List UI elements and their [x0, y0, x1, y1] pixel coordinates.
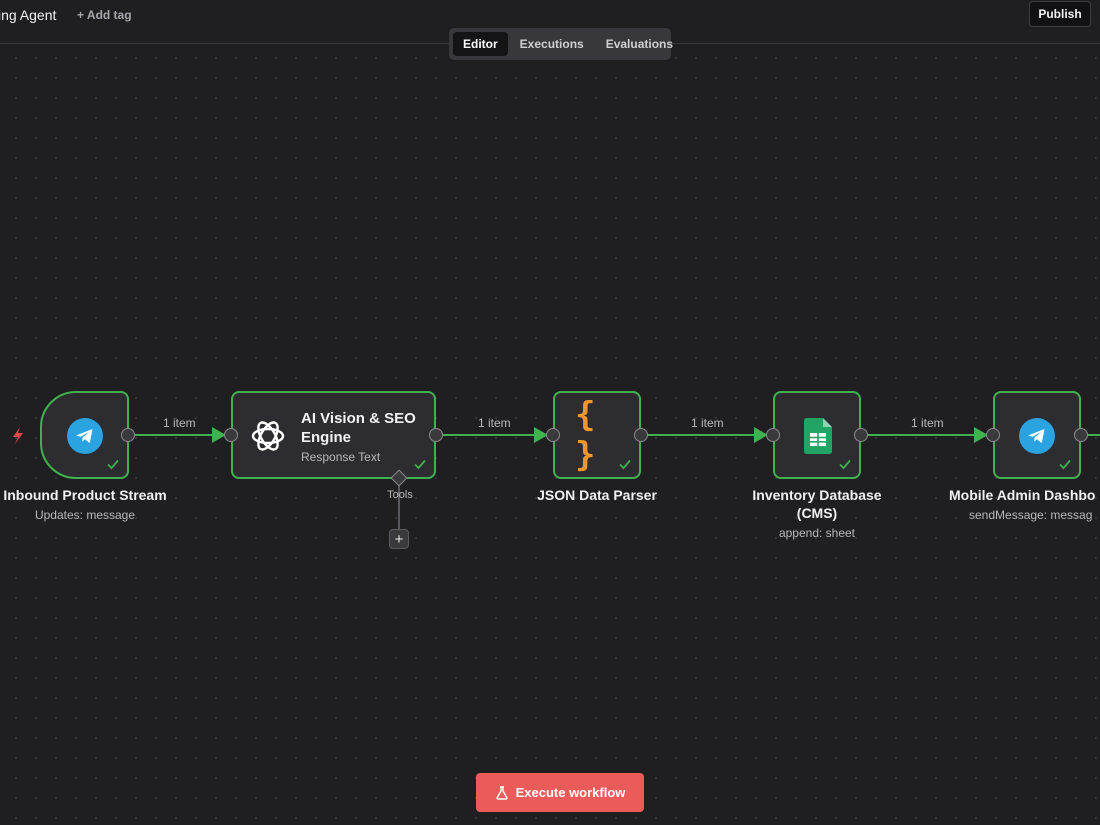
workflow-name[interactable]: ing Agent: [0, 7, 56, 23]
success-check-icon: [1059, 459, 1071, 470]
add-tag-button[interactable]: + Add tag: [77, 8, 132, 22]
edge-label: 1 item: [163, 416, 196, 430]
node-json-data-parser[interactable]: { }: [553, 391, 641, 479]
braces-icon: { }: [575, 395, 596, 475]
input-handle[interactable]: [986, 428, 1000, 442]
openai-icon: [249, 417, 287, 455]
tab-editor[interactable]: Editor: [453, 32, 508, 56]
tab-evaluations[interactable]: Evaluations: [596, 32, 683, 56]
node-ai-vision-seo-engine[interactable]: AI Vision & SEO Engine Response Text: [231, 391, 436, 479]
add-tool-button[interactable]: +: [389, 529, 409, 549]
node-title: Mobile Admin Dashbo: [949, 487, 1096, 503]
input-handle[interactable]: [224, 428, 238, 442]
tools-port-label: Tools: [387, 489, 413, 501]
execute-workflow-button[interactable]: Execute workflow: [476, 773, 644, 812]
output-handle[interactable]: [121, 428, 135, 442]
input-handle[interactable]: [766, 428, 780, 442]
telegram-icon: [67, 418, 103, 454]
success-check-icon: [839, 459, 851, 470]
edge-label: 1 item: [911, 416, 944, 430]
success-check-icon: [619, 459, 631, 470]
input-handle[interactable]: [546, 428, 560, 442]
publish-button[interactable]: Publish: [1029, 1, 1091, 27]
output-handle[interactable]: [634, 428, 648, 442]
edge-label: 1 item: [691, 416, 724, 430]
flask-icon: [495, 785, 508, 800]
google-sheets-icon: [804, 418, 832, 454]
node-title: AI Vision & SEO Engine: [301, 410, 416, 446]
node-subtitle: append: sheet: [778, 526, 856, 540]
output-handle[interactable]: [854, 428, 868, 442]
node-subtitle: sendMessage: messag: [969, 508, 1093, 522]
node-title: Inventory Database (CMS): [752, 487, 882, 521]
node-inbound-product-stream[interactable]: [40, 391, 129, 479]
node-mobile-admin-dashboard[interactable]: [993, 391, 1081, 479]
node-title: Inbound Product Stream: [3, 487, 167, 503]
telegram-icon: [1019, 418, 1055, 454]
tab-executions[interactable]: Executions: [510, 32, 594, 56]
node-subtitle: Updates: message: [34, 508, 136, 522]
node-inventory-database[interactable]: [773, 391, 861, 479]
execute-workflow-label: Execute workflow: [515, 785, 626, 800]
workflow-editor: ing Agent + Add tag Publish Editor Execu…: [0, 0, 1100, 825]
success-check-icon: [414, 459, 426, 470]
success-check-icon: [107, 459, 119, 470]
view-tabs: Editor Executions Evaluations: [449, 28, 673, 60]
node-title: JSON Data Parser: [537, 487, 657, 503]
edge-label: 1 item: [478, 416, 511, 430]
node-subtitle: Response Text: [301, 450, 381, 464]
output-handle[interactable]: [429, 428, 443, 442]
output-handle[interactable]: [1074, 428, 1088, 442]
